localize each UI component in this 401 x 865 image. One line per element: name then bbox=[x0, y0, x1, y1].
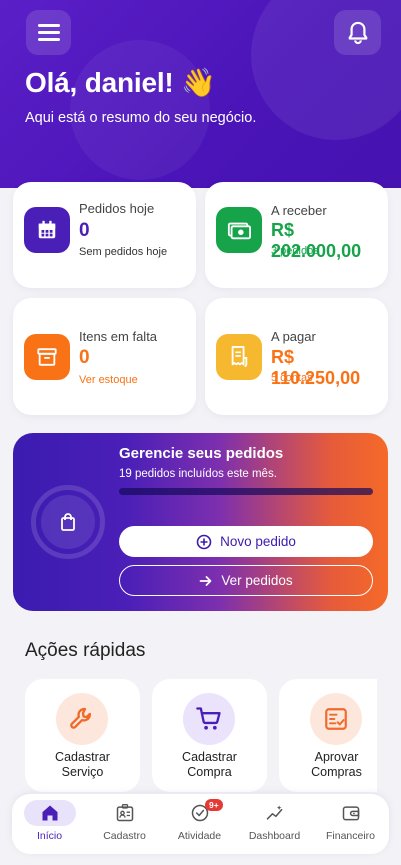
cash-icon bbox=[216, 207, 262, 253]
id-card-icon bbox=[87, 800, 162, 826]
quick-action-label: Cadastrar bbox=[182, 750, 237, 764]
view-orders-button[interactable]: Ver pedidos bbox=[119, 565, 373, 596]
promo-title: Gerencie seus pedidos bbox=[119, 445, 284, 462]
stat-note: 3 pedidos bbox=[271, 245, 319, 257]
stat-title: A pagar bbox=[271, 329, 316, 344]
home-icon bbox=[23, 800, 76, 826]
decorative-ring bbox=[31, 485, 105, 559]
arrow-right-icon bbox=[199, 575, 212, 586]
quick-action-label: Aprovar bbox=[314, 750, 359, 764]
notifications-button[interactable] bbox=[334, 10, 381, 55]
wallet-icon bbox=[313, 800, 388, 826]
orders-promo-card: Gerencie seus pedidos 19 pedidos incluíd… bbox=[13, 433, 388, 611]
nav-item-cadastro[interactable]: Cadastro bbox=[87, 800, 162, 848]
quick-action-label: Serviço bbox=[61, 765, 104, 779]
nav-label: Financeiro bbox=[325, 830, 376, 842]
quick-action-register-purchase[interactable]: Cadastrar Compra bbox=[152, 679, 267, 792]
menu-button[interactable] bbox=[26, 10, 71, 55]
orders-progress-bar bbox=[119, 488, 373, 495]
notification-badge: 9+ bbox=[205, 799, 223, 811]
stat-value: 0 bbox=[79, 347, 90, 368]
bottom-navigation: Início Cadastro 9+ Atividade Dashboard F… bbox=[12, 794, 389, 854]
calendar-icon bbox=[24, 207, 70, 253]
plus-circle-icon bbox=[196, 534, 212, 549]
nav-label: Cadastro bbox=[103, 830, 146, 842]
header: Olá, daniel! 👋 Aqui está o resumo do seu… bbox=[0, 0, 401, 188]
new-order-button[interactable]: Novo pedido bbox=[119, 526, 373, 557]
stat-title: A receber bbox=[271, 203, 327, 218]
nav-item-atividade[interactable]: 9+ Atividade bbox=[162, 799, 237, 848]
stat-note: Sem pedidos hoje bbox=[79, 246, 168, 258]
trend-sparkle-icon bbox=[237, 800, 312, 826]
archive-box-icon bbox=[24, 334, 70, 380]
stat-card-payable[interactable]: A pagar R$ 110.250,00 5 contas bbox=[205, 298, 388, 415]
stat-card-orders-today[interactable]: Pedidos hoje 0 Sem pedidos hoje bbox=[13, 182, 196, 288]
stat-card-missing-items[interactable]: Itens em falta 0 Ver estoque bbox=[13, 298, 196, 415]
shopping-bag-icon bbox=[61, 513, 75, 531]
quick-actions-title: Ações rápidas bbox=[25, 640, 146, 661]
quick-action-register-service[interactable]: Cadastrar Serviço bbox=[25, 679, 140, 792]
quick-action-approve-purchases[interactable]: Aprovar Compras bbox=[279, 679, 377, 792]
greeting: Olá, daniel! 👋 bbox=[25, 67, 216, 98]
nav-label: Dashboard bbox=[248, 830, 301, 842]
stat-title: Itens em falta bbox=[79, 329, 158, 344]
new-order-label: Novo pedido bbox=[220, 534, 296, 549]
nav-label: Atividade bbox=[177, 830, 222, 842]
receipt-icon bbox=[216, 334, 262, 380]
bell-icon bbox=[348, 21, 367, 44]
promo-subtitle: 19 pedidos incluídos este mês. bbox=[119, 468, 277, 480]
quick-action-label: Compra bbox=[187, 765, 232, 779]
stat-value: 0 bbox=[79, 220, 90, 241]
stat-note[interactable]: Ver estoque bbox=[79, 374, 138, 386]
stat-card-receivable[interactable]: A receber R$ 202.000,00 3 pedidos bbox=[205, 182, 388, 288]
hamburger-menu-icon bbox=[37, 24, 60, 27]
quick-action-label: Cadastrar bbox=[55, 750, 110, 764]
view-orders-label: Ver pedidos bbox=[221, 573, 293, 588]
cart-icon bbox=[183, 693, 235, 745]
stat-note: 5 contas bbox=[271, 372, 313, 384]
check-circle-icon bbox=[162, 800, 237, 826]
wrench-icon bbox=[56, 693, 108, 745]
nav-item-financeiro[interactable]: Financeiro bbox=[313, 800, 388, 848]
quick-action-label: Compras bbox=[311, 765, 362, 779]
nav-item-dashboard[interactable]: Dashboard bbox=[237, 800, 312, 848]
nav-item-inicio[interactable]: Início bbox=[12, 800, 87, 848]
header-subtitle: Aqui está o resumo do seu negócio. bbox=[25, 110, 257, 126]
stat-title: Pedidos hoje bbox=[79, 201, 155, 216]
approve-list-icon bbox=[310, 693, 362, 745]
nav-label: Início bbox=[36, 830, 63, 842]
